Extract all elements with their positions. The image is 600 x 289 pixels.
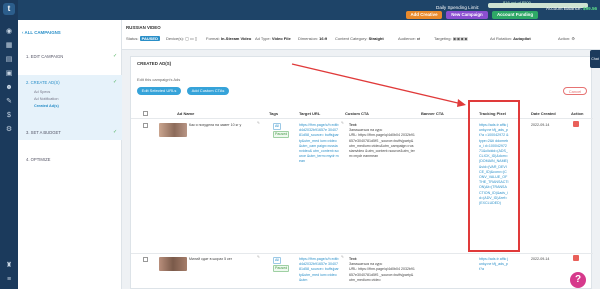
date-created: 2022-09-14: [531, 257, 550, 261]
target-url[interactable]: https://fhm.page/c/h edtbd4d2032b91657e …: [299, 257, 339, 283]
tag-paused[interactable]: Paused: [273, 265, 290, 272]
row-checkbox[interactable]: [143, 257, 148, 262]
delete-icon[interactable]: [573, 255, 579, 261]
col-ad-name[interactable]: Ad Name: [177, 111, 194, 116]
campaign-title: RUSSIAN VIDEO: [126, 25, 161, 30]
help-button[interactable]: ?: [570, 272, 586, 288]
menu-icon[interactable]: ≡: [5, 276, 13, 284]
divider: [131, 118, 593, 119]
created-ads-panel: CREATED AD(S) Edit this campaign's Ads E…: [130, 56, 593, 289]
tag-all[interactable]: All: [273, 123, 281, 130]
campaigns-icon[interactable]: ▦: [5, 42, 13, 50]
action-filter[interactable]: Action: ⚙: [558, 36, 575, 41]
status-filter[interactable]: Status: PAUSED: [126, 36, 160, 41]
edit-ads-text: Edit this campaign's Ads: [137, 77, 181, 82]
col-banner-cta[interactable]: Banner CTA: [421, 111, 444, 116]
spend-limit-label: Daily Spending Limit:: [436, 5, 480, 10]
ad-thumbnail[interactable]: [159, 257, 187, 271]
col-tags[interactable]: Tags: [269, 111, 278, 116]
campaign-steps-panel: ‹ ALL CAMPAIGNS 1. EDIT CAMPAIGN ✓ 2. CR…: [18, 20, 122, 289]
edit-icon[interactable]: ✎: [257, 255, 260, 260]
ad-name: Милий сдат в шорах 5 кег: [189, 257, 233, 261]
step-create-ads[interactable]: 2. CREATE AD(S): [26, 80, 60, 85]
select-all-checkbox[interactable]: [143, 111, 148, 116]
rotation-filter[interactable]: Ad Rotation: Autopilot: [490, 36, 531, 41]
created-ads-title: CREATED AD(S): [137, 61, 172, 66]
main-area: RUSSIAN VIDEO Status: PAUSED Device(s): …: [122, 20, 600, 289]
edit-icon[interactable]: ✎: [257, 121, 260, 126]
edit-icon[interactable]: ✎: [341, 121, 344, 126]
step-set-budget[interactable]: 3. SET A BUDGET: [26, 130, 61, 135]
sub-created-ads[interactable]: Created Ad(s): [34, 104, 59, 108]
check-icon: ✓: [113, 53, 118, 59]
col-action[interactable]: Action: [571, 111, 583, 116]
col-date-created[interactable]: Date Created: [531, 111, 556, 116]
add-custom-ctas-button[interactable]: Add Custom CTAs: [187, 87, 229, 95]
category-filter[interactable]: Content Category: Straight: [335, 36, 384, 41]
trash-icon[interactable]: ♜: [5, 262, 13, 270]
row-checkbox[interactable]: [143, 123, 148, 128]
col-target-url[interactable]: Target URL: [299, 111, 320, 116]
tag-paused[interactable]: Paused: [273, 131, 290, 138]
step-optimize[interactable]: 4. OPTIMIZE: [26, 157, 50, 162]
adtype-filter[interactable]: Ad Type: Video File: [255, 36, 291, 41]
creative-icon[interactable]: ▣: [5, 70, 13, 78]
target-url[interactable]: https://fhm.page/c/h edtbd4d2032b91657e …: [299, 123, 339, 165]
billing-icon[interactable]: $: [5, 112, 13, 120]
add-creative-button[interactable]: Add Creative: [406, 11, 442, 19]
date-created: 2022-09-14: [531, 123, 550, 127]
users-icon[interactable]: ☻: [5, 84, 13, 92]
col-custom-cta[interactable]: Custom CTA: [345, 111, 369, 116]
ad-name: Как я похудела на замет 10 кг у: [189, 123, 242, 127]
step-edit-campaign[interactable]: 1. EDIT CAMPAIGN: [26, 54, 63, 59]
settings-icon[interactable]: ⚙: [5, 126, 13, 134]
cancel-button[interactable]: Cancel: [563, 87, 587, 95]
dimension-filter[interactable]: Dimension: 16:9: [298, 36, 327, 41]
dashboard-icon[interactable]: ◉: [5, 28, 13, 36]
check-icon: ✓: [113, 129, 118, 135]
highlight-box: [468, 100, 520, 252]
ad-thumbnail[interactable]: [159, 123, 187, 137]
account-balance: Account Balance: $99.56: [546, 6, 598, 11]
devices-filter[interactable]: Device(s): ▢ ▭ ▯: [166, 36, 197, 41]
logo-icon[interactable]: t: [3, 3, 15, 15]
tag-all[interactable]: All: [273, 257, 281, 264]
spend-limit-value: $16 out of $500: [503, 0, 531, 5]
stats-icon[interactable]: ▤: [5, 56, 13, 64]
edit-icon[interactable]: ✎: [341, 255, 344, 260]
campaign-filters: RUSSIAN VIDEO Status: PAUSED Device(s): …: [122, 20, 600, 50]
tracking-pixel-url[interactable]: https://ads.tr affic junky.ne t/tj_ads_p…: [479, 257, 509, 273]
account-funding-button[interactable]: Account Funding: [492, 11, 538, 19]
audience-filter[interactable]: Audience: ⇄: [398, 36, 420, 41]
divider: [131, 253, 593, 254]
delete-icon[interactable]: [573, 121, 579, 127]
all-campaigns-link[interactable]: ‹ ALL CAMPAIGNS: [22, 30, 61, 35]
edit-selected-urls-button[interactable]: Edit Selected URLs: [137, 87, 181, 95]
check-icon: ✓: [113, 79, 118, 85]
format-filter[interactable]: Format: In-Stream Video: [206, 36, 251, 41]
top-bar: Daily Spending Limit: $16 out of $500 Ac…: [18, 0, 600, 20]
new-campaign-button[interactable]: New Campaign: [446, 11, 488, 19]
tools-icon[interactable]: ✎: [5, 98, 13, 106]
custom-cta: Text: Запишаться на курс URL: https://fh…: [349, 257, 415, 282]
sub-ad-notification[interactable]: Ad Notification: [34, 97, 58, 101]
side-chat-tab[interactable]: Chat: [590, 50, 600, 68]
sub-ad-specs[interactable]: Ad Specs: [34, 90, 50, 94]
custom-cta: Text: Запишаться на курс URL: https://fh…: [349, 123, 415, 159]
targeting-filter[interactable]: Targeting: ▣▣▣▣: [434, 36, 468, 41]
app-rail: t ◉ ▦ ▤ ▣ ☻ ✎ $ ⚙ ♜ ≡: [0, 0, 18, 289]
